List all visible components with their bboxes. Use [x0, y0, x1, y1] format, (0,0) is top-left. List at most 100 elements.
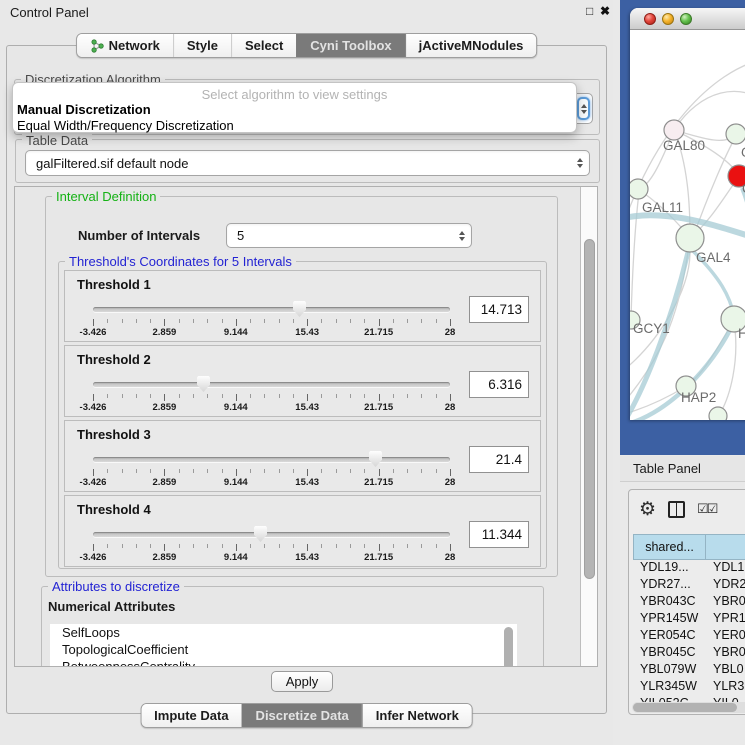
slider-tick	[307, 394, 308, 401]
network-node[interactable]	[664, 120, 684, 140]
column-header-name[interactable]: n	[706, 534, 745, 560]
threshold-value-field[interactable]: 6.316	[469, 371, 529, 398]
table-cell[interactable]: YBL0	[706, 662, 745, 679]
table-row[interactable]: YPR145WYPR1	[633, 611, 745, 628]
tab-impute-data[interactable]: Impute Data	[141, 704, 241, 727]
dropdown-option-manual-discretization[interactable]: Manual Discretization	[15, 102, 153, 117]
attribute-item-selfloops[interactable]: SelfLoops	[50, 624, 517, 641]
control-panel-tabbar: NetworkStyleSelect Cyni Toolbox jActiveMNo…	[76, 33, 538, 58]
table-cell[interactable]: YPR1	[706, 611, 745, 628]
attribute-item-betweennesscentrality[interactable]: BetweennessCentrality	[50, 658, 517, 667]
select-columns-icon[interactable]: ☑☑	[697, 501, 716, 517]
combo-stepper-icon[interactable]	[571, 158, 589, 168]
slider-tick	[421, 394, 422, 398]
slider-tick	[393, 469, 394, 473]
threshold-value-field[interactable]: 14.713	[469, 296, 529, 323]
table-cell[interactable]: YDR2	[706, 577, 745, 594]
numerical-attributes-list[interactable]: SelfLoopsTopologicalCoefficientBetweenne…	[50, 624, 517, 667]
horizontal-scrollbar-thumb[interactable]	[633, 703, 737, 712]
tab-discretize-data[interactable]: Discretize Data	[242, 704, 362, 727]
slider-thumb[interactable]	[293, 301, 306, 317]
table-cell[interactable]: YBR043C	[633, 594, 706, 611]
table-cell[interactable]: YBR0	[706, 645, 745, 662]
tab-style[interactable]: Style	[173, 34, 231, 57]
tab-label: Cyni Toolbox	[310, 38, 391, 53]
slider-thumb[interactable]	[197, 376, 210, 392]
network-window-titlebar[interactable]	[630, 8, 745, 30]
network-canvas[interactable]: GAL80GALCGAL11GAL4GCY1HHAP2	[630, 30, 745, 420]
table-cell[interactable]: YER0	[706, 628, 745, 645]
number-of-intervals-combobox[interactable]: 5	[226, 223, 472, 248]
close-panel-icon[interactable]: ✖	[600, 4, 610, 18]
table-data-combobox[interactable]: galFiltered.sif default node	[25, 150, 590, 176]
dropdown-option-equal-width-frequency[interactable]: Equal Width/Frequency Discretization	[15, 118, 236, 133]
table-cell[interactable]: YPR145W	[633, 611, 706, 628]
algorithm-combobox-stepper[interactable]	[577, 97, 590, 120]
tab-jactivemnodules[interactable]: jActiveMNodules	[405, 34, 537, 57]
table-cell[interactable]: YDL19...	[633, 560, 706, 577]
vertical-scrollbar[interactable]	[580, 187, 597, 666]
table-cell[interactable]: YDL1	[706, 560, 745, 577]
table-cell[interactable]: YER054C	[633, 628, 706, 645]
tab-select[interactable]: Select	[231, 34, 296, 57]
slider-tick	[93, 319, 94, 326]
table-row[interactable]: YBR045CYBR0	[633, 645, 745, 662]
attributes-scrollbar[interactable]	[504, 627, 513, 667]
tab-network[interactable]: Network	[77, 34, 173, 57]
combo-stepper-icon[interactable]	[453, 231, 471, 241]
threshold-panel-threshold-3: Threshold 3-3.4262.8599.14415.4321.71528…	[64, 420, 541, 492]
network-node-label: HAP2	[681, 390, 716, 405]
slider-track[interactable]	[93, 382, 450, 387]
tab-cyni-toolbox[interactable]: Cyni Toolbox	[296, 34, 404, 57]
network-node[interactable]	[709, 407, 727, 420]
float-window-icon[interactable]: □	[586, 4, 593, 18]
slider-thumb[interactable]	[254, 526, 267, 542]
slider-track[interactable]	[93, 307, 450, 312]
table-row[interactable]: YBL079WYBL0	[633, 662, 745, 679]
apply-button[interactable]: Apply	[271, 671, 333, 692]
column-header-shared-name[interactable]: shared...	[633, 534, 706, 560]
slider-tick	[150, 394, 151, 398]
slider-tick-label: 15.43	[295, 402, 319, 413]
gear-icon[interactable]: ⚙	[639, 500, 656, 519]
split-columns-icon[interactable]	[668, 501, 685, 518]
network-node[interactable]	[630, 179, 648, 199]
vertical-scrollbar-thumb[interactable]	[584, 239, 595, 579]
interval-definition-label: Interval Definition	[52, 189, 160, 204]
table-cell[interactable]: YDR27...	[633, 577, 706, 594]
slider-tick	[264, 319, 265, 323]
table-cell[interactable]: YBL079W	[633, 662, 706, 679]
slider-tick	[264, 544, 265, 548]
threshold-slider[interactable]: -3.4262.8599.14415.4321.71528	[93, 271, 450, 343]
slider-tick	[193, 469, 194, 473]
table-cell[interactable]: YBR0	[706, 594, 745, 611]
threshold-slider[interactable]: -3.4262.8599.14415.4321.71528	[93, 496, 450, 568]
control-panel-titlebar[interactable]: Control Panel □ ✖	[0, 0, 613, 24]
tab-infer-network[interactable]: Infer Network	[362, 704, 472, 727]
table-row[interactable]: YER054CYER0	[633, 628, 745, 645]
table-cell[interactable]: YBR045C	[633, 645, 706, 662]
slider-tick	[336, 469, 337, 473]
close-traffic-light-icon[interactable]	[644, 13, 656, 25]
table-row[interactable]: YBR043CYBR0	[633, 594, 745, 611]
table-panel-titlebar[interactable]: Table Panel	[620, 456, 745, 482]
table-row[interactable]: YLR345WYLR3	[633, 679, 745, 696]
table-row[interactable]: YDR27...YDR2	[633, 577, 745, 594]
threshold-slider[interactable]: -3.4262.8599.14415.4321.71528	[93, 421, 450, 493]
threshold-slider[interactable]: -3.4262.8599.14415.4321.71528	[93, 346, 450, 418]
slider-track[interactable]	[93, 457, 450, 462]
table-cell[interactable]: YLR345W	[633, 679, 706, 696]
network-node-label: GAL4	[696, 250, 731, 265]
network-node[interactable]	[726, 124, 745, 144]
zoom-traffic-light-icon[interactable]	[680, 13, 692, 25]
threshold-value-field[interactable]: 11.344	[469, 521, 529, 548]
attribute-item-topologicalcoefficient[interactable]: TopologicalCoefficient	[50, 641, 517, 658]
table-row[interactable]: YDL19...YDL1	[633, 560, 745, 577]
table-cell[interactable]: YLR3	[706, 679, 745, 696]
slider-thumb[interactable]	[369, 451, 382, 467]
network-node[interactable]	[676, 224, 704, 252]
slider-track[interactable]	[93, 532, 450, 537]
minimize-traffic-light-icon[interactable]	[662, 13, 674, 25]
horizontal-scrollbar[interactable]	[632, 702, 745, 713]
threshold-value-field[interactable]: 21.4	[469, 446, 529, 473]
